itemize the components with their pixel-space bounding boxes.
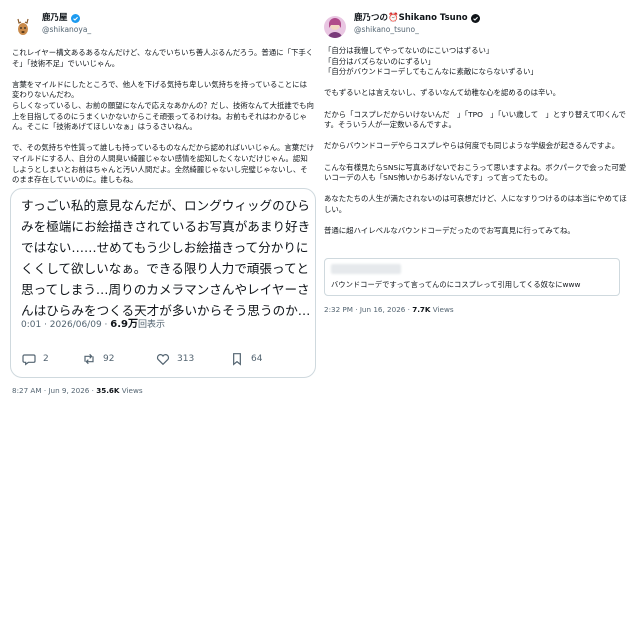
like-icon [156, 354, 170, 366]
quoted-tweet-meta: 0:01 · 2026/06/09 · 6.9万回表示 [21, 315, 165, 330]
like-count: 313 [177, 354, 195, 364]
quoted-tweet-text: バウンドコーデですって言ってんのにコスプレって引用してくる奴なにwww [331, 280, 581, 289]
view-count: 35.6K [96, 386, 120, 395]
tweet-header: 鹿乃つの⏰Shikano Tsuno @shikano_tsuno_ [324, 12, 480, 42]
timestamp[interactable]: 2:32 PM · Jun 16, 2026 · [324, 305, 412, 314]
verified-badge-icon [70, 13, 80, 23]
repost-count: 92 [103, 354, 115, 364]
display-name[interactable]: 鹿乃つの⏰Shikano Tsuno [354, 12, 468, 24]
handle[interactable]: @shikano_tsuno_ [354, 24, 480, 36]
profile-avatar-icon[interactable] [324, 16, 346, 38]
bookmark-icon [233, 353, 241, 366]
tweet-text: これレイヤー構文あるあるなんだけど、なんでいちいち善人ぶるんだろう。普通に「下手… [12, 48, 314, 185]
handle[interactable]: @shikanoya_ [42, 24, 91, 36]
like-button[interactable]: 313 [155, 351, 229, 367]
bookmark-count: 64 [251, 354, 263, 364]
view-label: Views [430, 305, 454, 314]
reply-count: 2 [43, 354, 49, 364]
quoted-tweet-card[interactable]: バウンドコーデですって言ってんのにコスプレって引用してくる奴なにwww [324, 258, 620, 296]
display-name[interactable]: 鹿乃屋 [42, 12, 68, 24]
timestamp[interactable]: 8:27 AM · Jun 9, 2026 · [12, 386, 96, 395]
view-count: 7.7K [412, 305, 431, 314]
view-label: Views [119, 386, 143, 395]
blurred-author [331, 264, 401, 274]
tweet-footer: 8:27 AM · Jun 9, 2026 · 35.6K Views [12, 386, 143, 395]
reply-button[interactable]: 2 [21, 351, 81, 367]
reply-icon [22, 354, 36, 366]
quoted-tweet-card[interactable]: すっごい私的意見なんだが、ロングウィッグのひらみを極端にお絵描きされているお写真… [10, 188, 316, 378]
quoted-tweet-views-label: 回表示 [137, 320, 165, 330]
bookmark-button[interactable]: 64 [229, 351, 289, 367]
tweet-header: 鹿乃屋 @shikanoya_ [12, 12, 91, 42]
quoted-tweet-time: 0:01 · 2026/06/09 · [21, 320, 111, 330]
deer-avatar-icon[interactable] [12, 16, 34, 38]
quoted-tweet-views: 6.9万 [110, 319, 138, 330]
quoted-tweet-text: すっごい私的意見なんだが、ロングウィッグのひらみを極端にお絵描きされているお写真… [21, 198, 311, 318]
repost-icon [84, 353, 94, 365]
verified-badge-icon [470, 13, 480, 23]
repost-button[interactable]: 92 [81, 351, 155, 367]
tweet-footer: 2:32 PM · Jun 16, 2026 · 7.7K Views [324, 305, 454, 314]
action-bar: 2 92 313 64 [21, 351, 311, 367]
tweet-text: 「自分は我慢してやってないのにこいつはずるい」 「自分はバズらないのにずるい」 … [324, 46, 627, 236]
